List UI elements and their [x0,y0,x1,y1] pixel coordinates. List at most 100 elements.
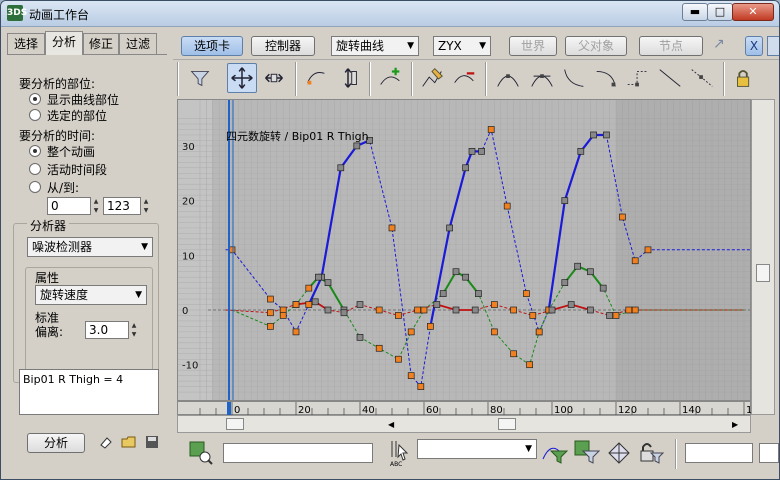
pick-arrow-icon[interactable]: ↗ [713,36,725,52]
save-icon[interactable] [145,435,159,449]
radio-show-curve-parts[interactable] [29,93,41,105]
x-button[interactable]: X [745,36,763,56]
result-box[interactable]: Bip01 R Thigh = 4 [19,369,159,415]
slow-tangent-icon[interactable] [591,63,621,93]
scale-values-icon[interactable] [333,63,363,93]
scroll-left-arrow-icon[interactable]: ◀ [388,420,394,429]
reduce-keys-icon[interactable] [449,63,479,93]
to-input[interactable]: 123 [103,197,141,215]
key-marker [395,312,402,319]
text-cursor-icon[interactable]: ABC [389,439,411,467]
minimize-button[interactable]: ▬ [682,3,708,21]
key-marker [468,148,476,155]
close-button[interactable]: ✕ [732,3,774,21]
scale-keys-icon[interactable] [301,63,331,93]
lock-tangents-icon[interactable] [729,63,759,93]
scroll-thumb-left[interactable] [226,418,244,430]
radio-show-curve-parts-label: 显示曲线部位 [47,93,120,107]
radio-from-to[interactable] [29,181,41,193]
chevron-down-icon: ▼ [525,444,532,454]
rotation-order-value: ZYX [438,39,462,53]
value-field-1[interactable] [685,443,753,463]
zoom-selected-icon[interactable] [187,439,213,465]
radio-whole-animation-label: 整个动画 [47,145,96,159]
filter-hierarchy-icon[interactable] [605,439,633,465]
ruler-time-marker[interactable] [227,402,231,416]
curve-type-dropdown[interactable]: 旋转曲线 ▼ [331,36,419,56]
tab-fix[interactable]: 修正 [83,33,119,55]
chevron-down-icon: ▼ [479,41,486,51]
to-spinner[interactable]: ▲ ▼ [141,197,151,215]
slide-keys-icon[interactable] [259,63,289,93]
linear-tangent-icon[interactable] [655,63,685,93]
fast-tangent-icon[interactable] [559,63,589,93]
property-label: 属性 [35,271,60,285]
smooth-tangent-icon[interactable] [687,63,717,93]
key-marker [305,284,313,292]
add-keys-icon[interactable] [375,63,405,93]
toolbar-separator [485,62,487,96]
time-ruler[interactable]: 020406080100120140160 [177,401,777,416]
std-input[interactable]: 3.0 [85,321,129,339]
key-marker [619,213,626,221]
tab-analyze[interactable]: 分析 [45,31,83,55]
toolbar-separator [411,62,413,96]
tab-select[interactable]: 选择 [7,33,45,55]
radio-whole-animation[interactable] [29,145,41,157]
filter-curves-icon[interactable] [541,439,569,465]
eraser-icon[interactable] [99,435,113,449]
value-field-2[interactable] [759,443,779,463]
unlock-filter-icon[interactable] [637,439,665,465]
world-button[interactable]: 世界 [509,36,557,56]
axis-y-button[interactable] [767,36,779,56]
analyzer-dropdown[interactable]: 噪波检测器 ▼ [27,237,153,257]
filter-icon[interactable] [185,63,215,93]
key-marker [475,290,482,297]
curve-graph[interactable]: 30 20 10 0 -10 四元数旋转 / Bip01 R Thigh [177,99,751,401]
auto-tangent-icon[interactable] [493,63,523,93]
analyze-panel: 要分析的部位: 显示曲线部位 选定的部位 要分析的时间: 整个动画 活动时间段 … [7,54,167,453]
analyze-button[interactable]: 分析 [27,433,85,453]
vertical-scrollbar[interactable] [751,99,775,415]
chevron-down-icon: ▼ [135,290,142,300]
scroll-thumb-right[interactable] [498,418,516,430]
filter-objects-icon[interactable] [573,439,601,465]
tab-filter[interactable]: 过滤 [119,33,157,55]
radio-selected-parts[interactable] [29,109,41,121]
key-marker [407,372,415,379]
from-spinner[interactable]: ▲ ▼ [91,197,101,215]
property-dropdown[interactable]: 旋转速度 ▼ [35,285,147,305]
horizontal-scrollbar[interactable]: ◀ ▶ [177,415,751,433]
controller-button[interactable]: 控制器 [251,36,315,56]
time-label: 要分析的时间: [19,129,96,143]
parent-button[interactable]: 父对象 [565,36,627,56]
tabs-button[interactable]: 选项卡 [181,36,243,56]
std-spinner[interactable]: ▲ ▼ [129,321,139,339]
toolbar-separator [295,62,297,96]
key-marker [305,301,313,308]
maximize-button[interactable]: □ [707,3,733,21]
selection-set-dropdown[interactable]: ▼ [417,439,537,459]
property-dropdown-value: 旋转速度 [40,288,89,302]
key-marker [311,298,319,306]
key-marker [462,273,469,281]
radio-active-time[interactable] [29,163,41,175]
curve-graph-svg[interactable]: 30 20 10 0 -10 [178,100,751,401]
draw-curves-icon[interactable] [417,63,447,93]
rotation-order-dropdown[interactable]: ZYX ▼ [433,36,491,56]
from-input[interactable]: 0 [47,197,91,215]
key-marker [535,328,543,336]
key-marker [452,306,460,314]
name-field[interactable] [223,443,373,463]
step-tangent-icon[interactable] [623,63,653,93]
node-button[interactable]: 节点 [639,36,703,56]
vertical-scroll-thumb[interactable] [756,264,770,282]
title-bar[interactable]: 3DS 动画工作台 ▬ □ ✕ [1,1,779,27]
custom-tangent-icon[interactable] [527,63,557,93]
open-folder-icon[interactable] [121,435,137,449]
key-marker [340,309,348,317]
scroll-right-arrow-icon[interactable]: ▶ [732,420,738,429]
key-marker [590,131,597,139]
move-keys-icon[interactable] [227,63,257,93]
key-marker [491,301,498,308]
